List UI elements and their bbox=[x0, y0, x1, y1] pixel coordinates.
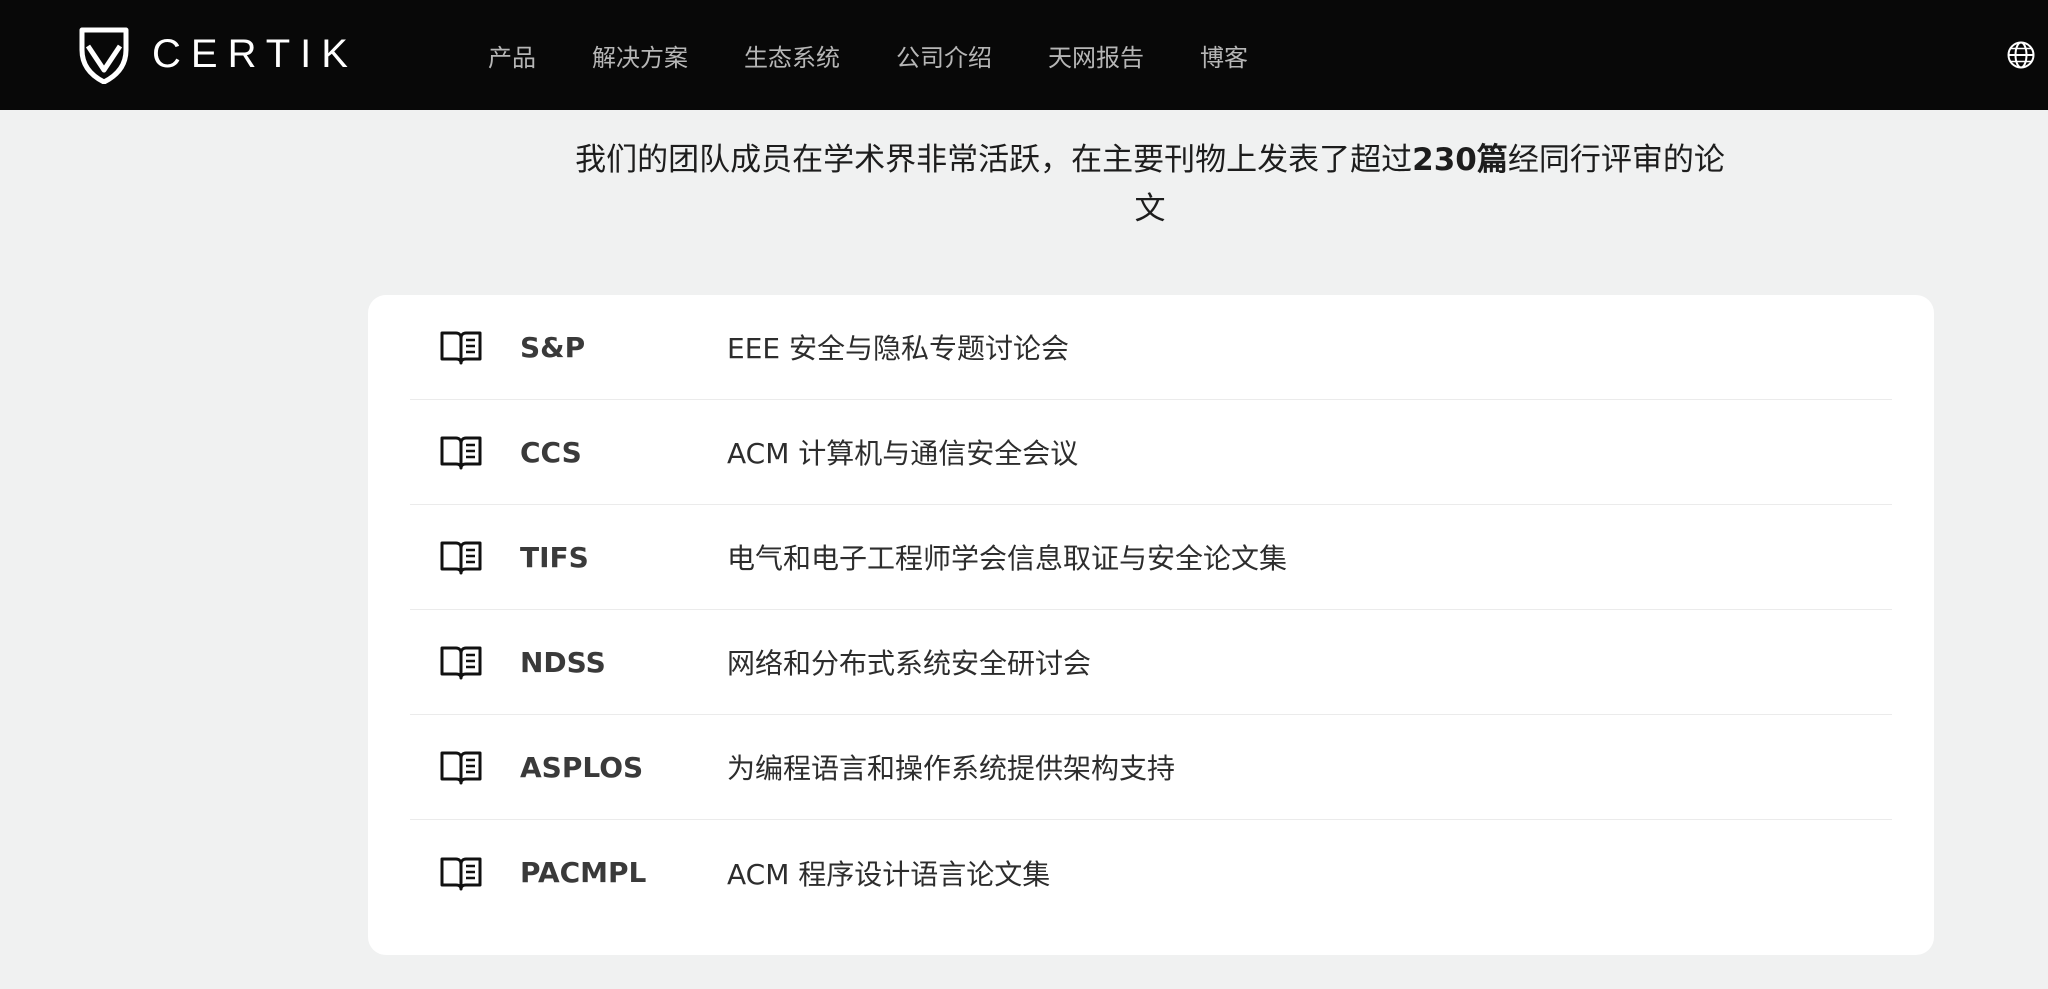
publication-abbr: S&P bbox=[520, 330, 586, 364]
certik-logo[interactable]: CERTIK bbox=[76, 22, 358, 86]
publication-row-sp: S&P EEE 安全与隐私专题讨论会 bbox=[410, 295, 1892, 400]
paper-count: 230篇 bbox=[1412, 142, 1508, 178]
publication-name: 为编程语言和操作系统提供架构支持 bbox=[727, 752, 1176, 785]
publication-abbr: CCS bbox=[520, 435, 582, 469]
main-nav: 产品 解决方案 生态系统 公司介绍 天网报告 博客 bbox=[460, 0, 1276, 110]
nav-item-skynet-report[interactable]: 天网报告 bbox=[1034, 30, 1158, 81]
open-book-icon bbox=[440, 646, 482, 680]
publications-card: S&P EEE 安全与隐私专题讨论会 CCS ACM 计算机与通信安全会议 TI… bbox=[368, 295, 1934, 955]
open-book-icon bbox=[440, 541, 482, 575]
open-book-icon bbox=[440, 436, 482, 470]
certik-shield-icon bbox=[79, 27, 129, 84]
publication-name: EEE 安全与隐私专题讨论会 bbox=[727, 332, 1069, 365]
open-book-icon bbox=[440, 751, 482, 785]
top-navbar: CERTIK 产品 解决方案 生态系统 公司介绍 天网报告 博客 bbox=[0, 0, 2048, 110]
open-book-icon bbox=[440, 331, 482, 365]
publication-name: ACM 计算机与通信安全会议 bbox=[727, 437, 1079, 470]
publication-abbr: NDSS bbox=[520, 645, 606, 679]
nav-item-solutions[interactable]: 解决方案 bbox=[578, 30, 702, 81]
open-book-icon bbox=[440, 857, 482, 890]
nav-item-company[interactable]: 公司介绍 bbox=[882, 30, 1006, 81]
publication-name: 网络和分布式系统安全研讨会 bbox=[727, 647, 1092, 680]
publication-abbr: ASPLOS bbox=[520, 750, 644, 784]
publication-row-tifs: TIFS 电气和电子工程师学会信息取证与安全论文集 bbox=[410, 505, 1892, 610]
intro-text-before: 我们的团队成员在学术界非常活跃，在主要刊物上发表了超过 bbox=[575, 142, 1413, 178]
language-selector[interactable] bbox=[1994, 30, 2048, 80]
publication-name: 电气和电子工程师学会信息取证与安全论文集 bbox=[727, 542, 1288, 575]
nav-item-blog[interactable]: 博客 bbox=[1186, 30, 1262, 81]
logo-text: CERTIK bbox=[152, 31, 358, 76]
publication-abbr: PACMPL bbox=[520, 856, 647, 889]
nav-item-products[interactable]: 产品 bbox=[474, 30, 550, 81]
publication-name: ACM 程序设计语言论文集 bbox=[727, 857, 1051, 891]
publication-abbr: TIFS bbox=[520, 540, 589, 574]
publication-row-asplos: ASPLOS 为编程语言和操作系统提供架构支持 bbox=[410, 715, 1892, 820]
publication-row-ndss: NDSS 网络和分布式系统安全研讨会 bbox=[410, 610, 1892, 715]
globe-icon bbox=[2007, 41, 2035, 69]
publication-row-pacmpl: PACMPL ACM 程序设计语言论文集 bbox=[410, 820, 1892, 925]
publication-row-ccs: CCS ACM 计算机与通信安全会议 bbox=[410, 400, 1892, 505]
nav-item-ecosystem[interactable]: 生态系统 bbox=[730, 30, 854, 81]
intro-text: 我们的团队成员在学术界非常活跃，在主要刊物上发表了超过230篇经同行评审的论文 bbox=[560, 136, 1740, 234]
